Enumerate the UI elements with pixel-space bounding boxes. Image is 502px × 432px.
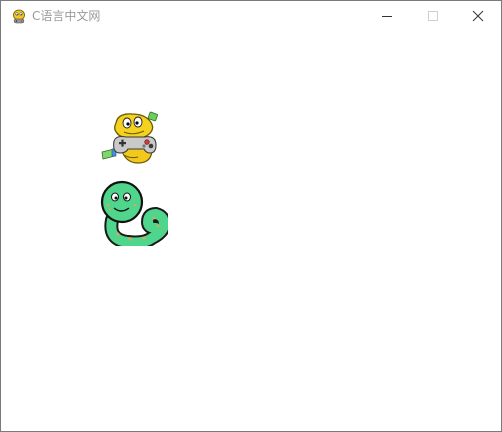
title-bar[interactable]: C语言中文网: [1, 1, 501, 32]
maximize-icon: [428, 11, 438, 21]
window-title: C语言中文网: [32, 9, 101, 23]
app-window: C语言中文网: [0, 0, 502, 432]
close-icon: [472, 10, 484, 22]
minimize-button[interactable]: [364, 1, 410, 31]
maximize-button[interactable]: [410, 1, 456, 31]
pygame-snake-icon: [10, 7, 28, 25]
green-snake-mascot: [100, 180, 168, 246]
python-gamepad-mascot: [101, 111, 158, 164]
game-canvas[interactable]: [1, 32, 501, 431]
close-button[interactable]: [455, 1, 501, 31]
minimize-icon: [382, 16, 392, 17]
